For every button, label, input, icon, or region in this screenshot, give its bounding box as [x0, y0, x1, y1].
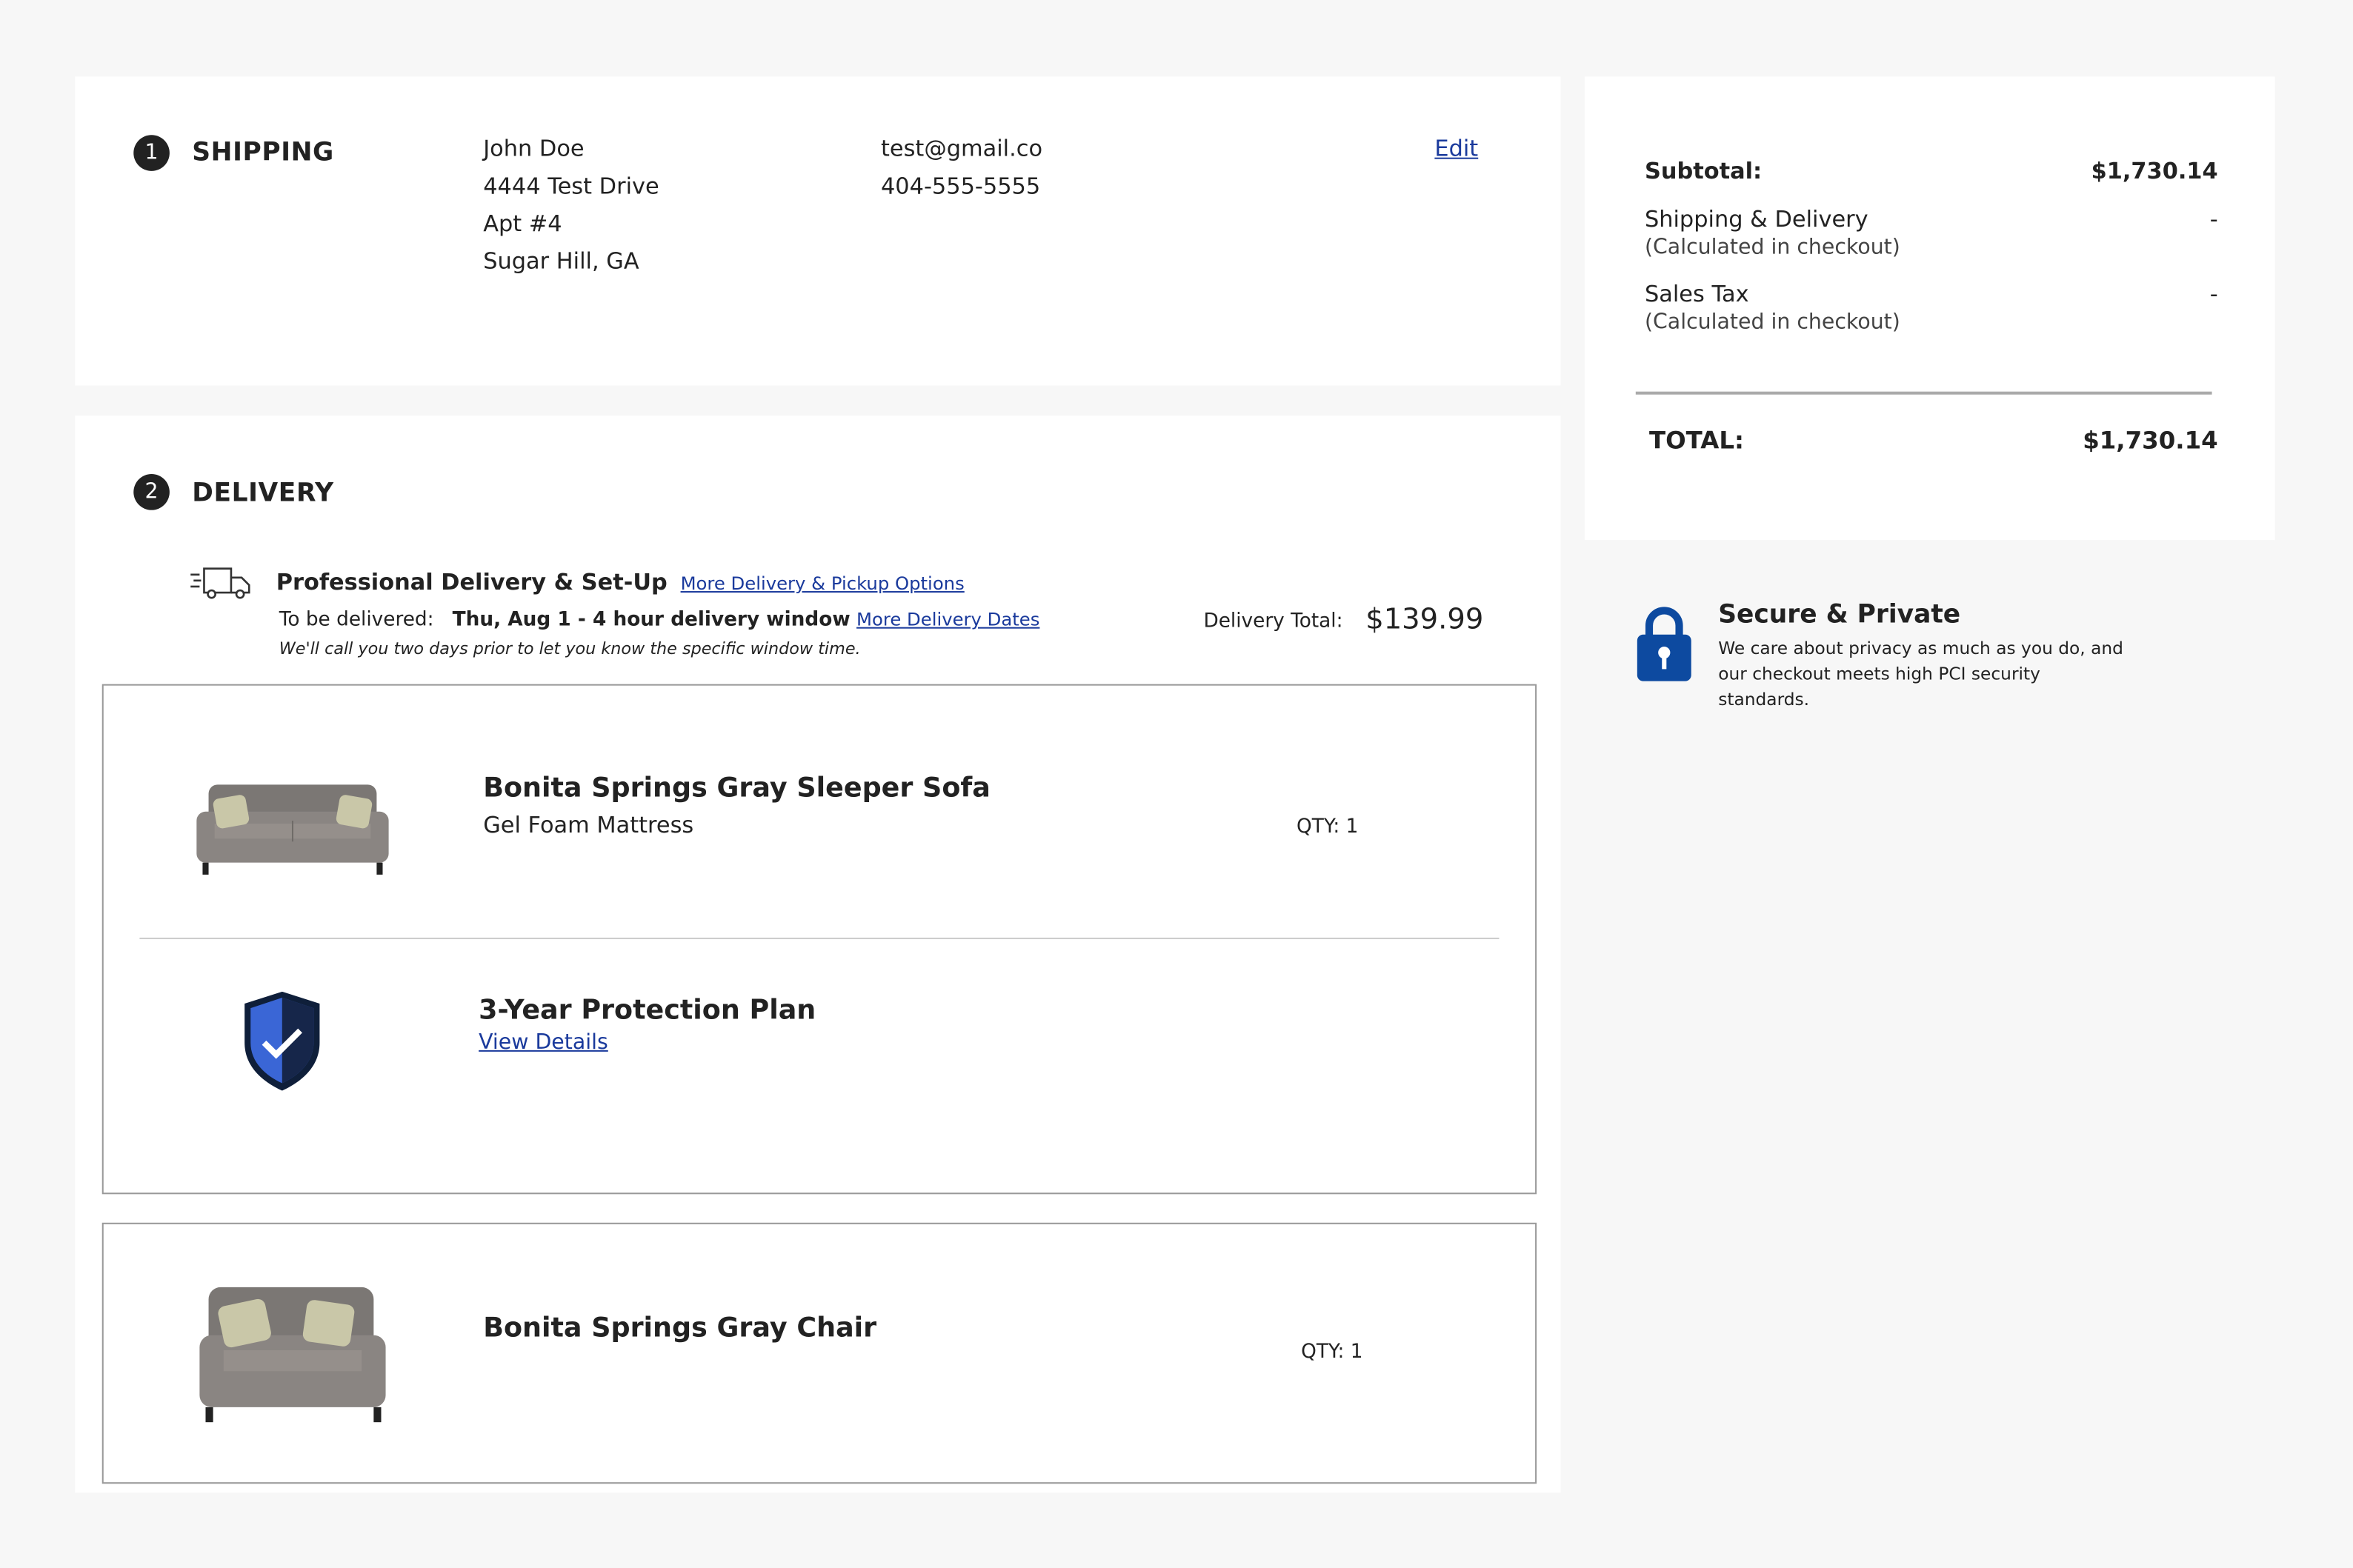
shipping-card: 1 SHIPPING John Doe 4444 Test Drive Apt …: [75, 76, 1561, 386]
tax-note: (Calculated in checkout): [1644, 310, 1900, 335]
item-name: Bonita Springs Gray Sleeper Sofa: [483, 773, 991, 804]
shipping-contact: test@gmail.co 404-555-5555: [881, 130, 1042, 205]
delivery-method-row: Professional Delivery & Set-Up More Deli…: [276, 569, 965, 595]
email: test@gmail.co: [880, 135, 1043, 162]
divider: [139, 937, 1500, 939]
delivery-date-row: To be delivered: Thu, Aug 1 - 4 hour del…: [279, 609, 1040, 631]
tax-value: -: [2209, 280, 2218, 308]
step-number: 1: [133, 135, 170, 171]
item-qty: QTY: 1: [1297, 815, 1359, 839]
lock-icon: [1637, 607, 1691, 681]
sofa-image: [196, 784, 389, 875]
delivery-method: Professional Delivery & Set-Up: [276, 568, 668, 596]
chair-image: [199, 1287, 386, 1423]
secure-title: Secure & Private: [1718, 600, 1961, 630]
subtotal-value: $1,730.14: [2091, 157, 2218, 185]
truck-icon: [190, 567, 250, 599]
shield-check-icon: [244, 991, 320, 1091]
shipping-label: Shipping & Delivery: [1644, 205, 1868, 233]
address-line-2: Apt #4: [483, 210, 562, 238]
address-line-1: 4444 Test Drive: [483, 172, 659, 200]
total-value: $1,730.14: [2083, 426, 2218, 455]
delivery-total-label: Delivery Total:: [1203, 610, 1343, 633]
subtotal-label: Subtotal:: [1644, 157, 1763, 185]
delivery-title: DELIVERY: [192, 478, 334, 509]
item-name: Bonita Springs Gray Chair: [483, 1312, 877, 1344]
secure-text: We care about privacy as much as you do,…: [1718, 637, 2123, 710]
phone: 404-555-5555: [880, 172, 1041, 200]
delivery-window: Thu, Aug 1 - 4 hour delivery window: [452, 609, 851, 632]
shipping-address: John Doe 4444 Test Drive Apt #4 Sugar Hi…: [483, 130, 659, 281]
tax-row: Sales Tax (Calculated in checkout) -: [1645, 281, 2218, 335]
item-qty: QTY: 1: [1301, 1341, 1363, 1364]
item-option: Gel Foam Mattress: [483, 811, 694, 839]
more-options-link[interactable]: More Delivery & Pickup Options: [681, 573, 965, 594]
total-label: TOTAL:: [1649, 426, 1744, 455]
delivery-total-value: $139.99: [1365, 603, 1484, 636]
shipping-note: (Calculated in checkout): [1644, 236, 1900, 260]
delivered-label: To be delivered:: [279, 609, 434, 632]
edit-shipping-link[interactable]: Edit: [1434, 130, 1478, 168]
shipping-title: SHIPPING: [192, 138, 334, 168]
more-dates-link[interactable]: More Delivery Dates: [856, 609, 1039, 630]
total-row: TOTAL: $1,730.14: [1649, 426, 2218, 454]
view-details-link[interactable]: View Details: [479, 1031, 608, 1055]
shipping-row: Shipping & Delivery (Calculated in checko…: [1645, 205, 2218, 259]
shipping-value: -: [2209, 205, 2218, 233]
step-number: 2: [133, 474, 170, 510]
delivery-note: We'll call you two days prior to let you…: [279, 638, 861, 659]
city-state: Sugar Hill, GA: [483, 247, 639, 275]
subtotal-row: Subtotal: $1,730.14: [1645, 158, 2218, 184]
item-box-sofa: Bonita Springs Gray Sleeper Sofa Gel Foa…: [101, 684, 1537, 1195]
recipient-name: John Doe: [483, 135, 585, 162]
divider: [1635, 391, 2212, 395]
protection-plan-name: 3-Year Protection Plan: [479, 994, 816, 1027]
order-summary-card: Subtotal: $1,730.14 Shipping & Delivery (…: [1584, 76, 2275, 541]
item-box-chair: Bonita Springs Gray Chair QTY: 1: [101, 1222, 1537, 1484]
tax-label: Sales Tax: [1644, 280, 1749, 308]
